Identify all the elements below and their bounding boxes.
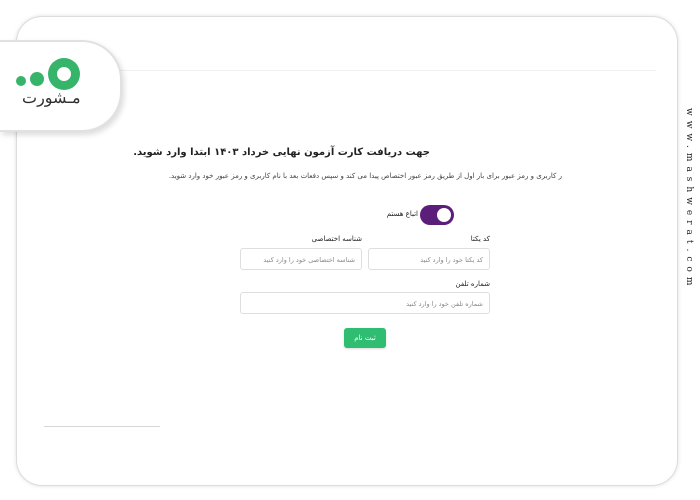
- submit-button[interactable]: ثبت نام: [344, 328, 386, 348]
- unique-code-input[interactable]: کد یکتا خود را وارد کنید: [368, 248, 490, 270]
- unique-code-label: کد یکتا: [470, 235, 490, 243]
- logo-card: مـشورت: [0, 40, 122, 132]
- phone-input[interactable]: شماره تلفن خود را وارد کنید: [240, 292, 490, 314]
- logo-text: مـشورت: [22, 88, 81, 107]
- private-id-input[interactable]: شناسه اختصاصی خود را وارد کنید: [240, 248, 362, 270]
- logo-dot-icon: [30, 72, 44, 86]
- phone-label: شماره تلفن: [455, 280, 490, 288]
- foreign-national-toggle[interactable]: [420, 205, 454, 225]
- logo-dot-icon: [16, 76, 26, 86]
- logo-hole: [57, 67, 71, 81]
- private-id-label: شناسه اختصاصی: [311, 235, 362, 243]
- form-heading: جهت دریافت کارت آزمون نهایی خرداد ۱۴۰۳ ا…: [133, 147, 430, 158]
- toggle-label: اتباع هستم: [386, 210, 418, 218]
- divider-line: [44, 426, 160, 427]
- side-watermark-url: www.mashwerat.com: [684, 108, 694, 291]
- toggle-knob: [437, 208, 451, 222]
- form-instructions: ر کاربری و رمز عبور برای بار اول از طریق…: [168, 172, 562, 180]
